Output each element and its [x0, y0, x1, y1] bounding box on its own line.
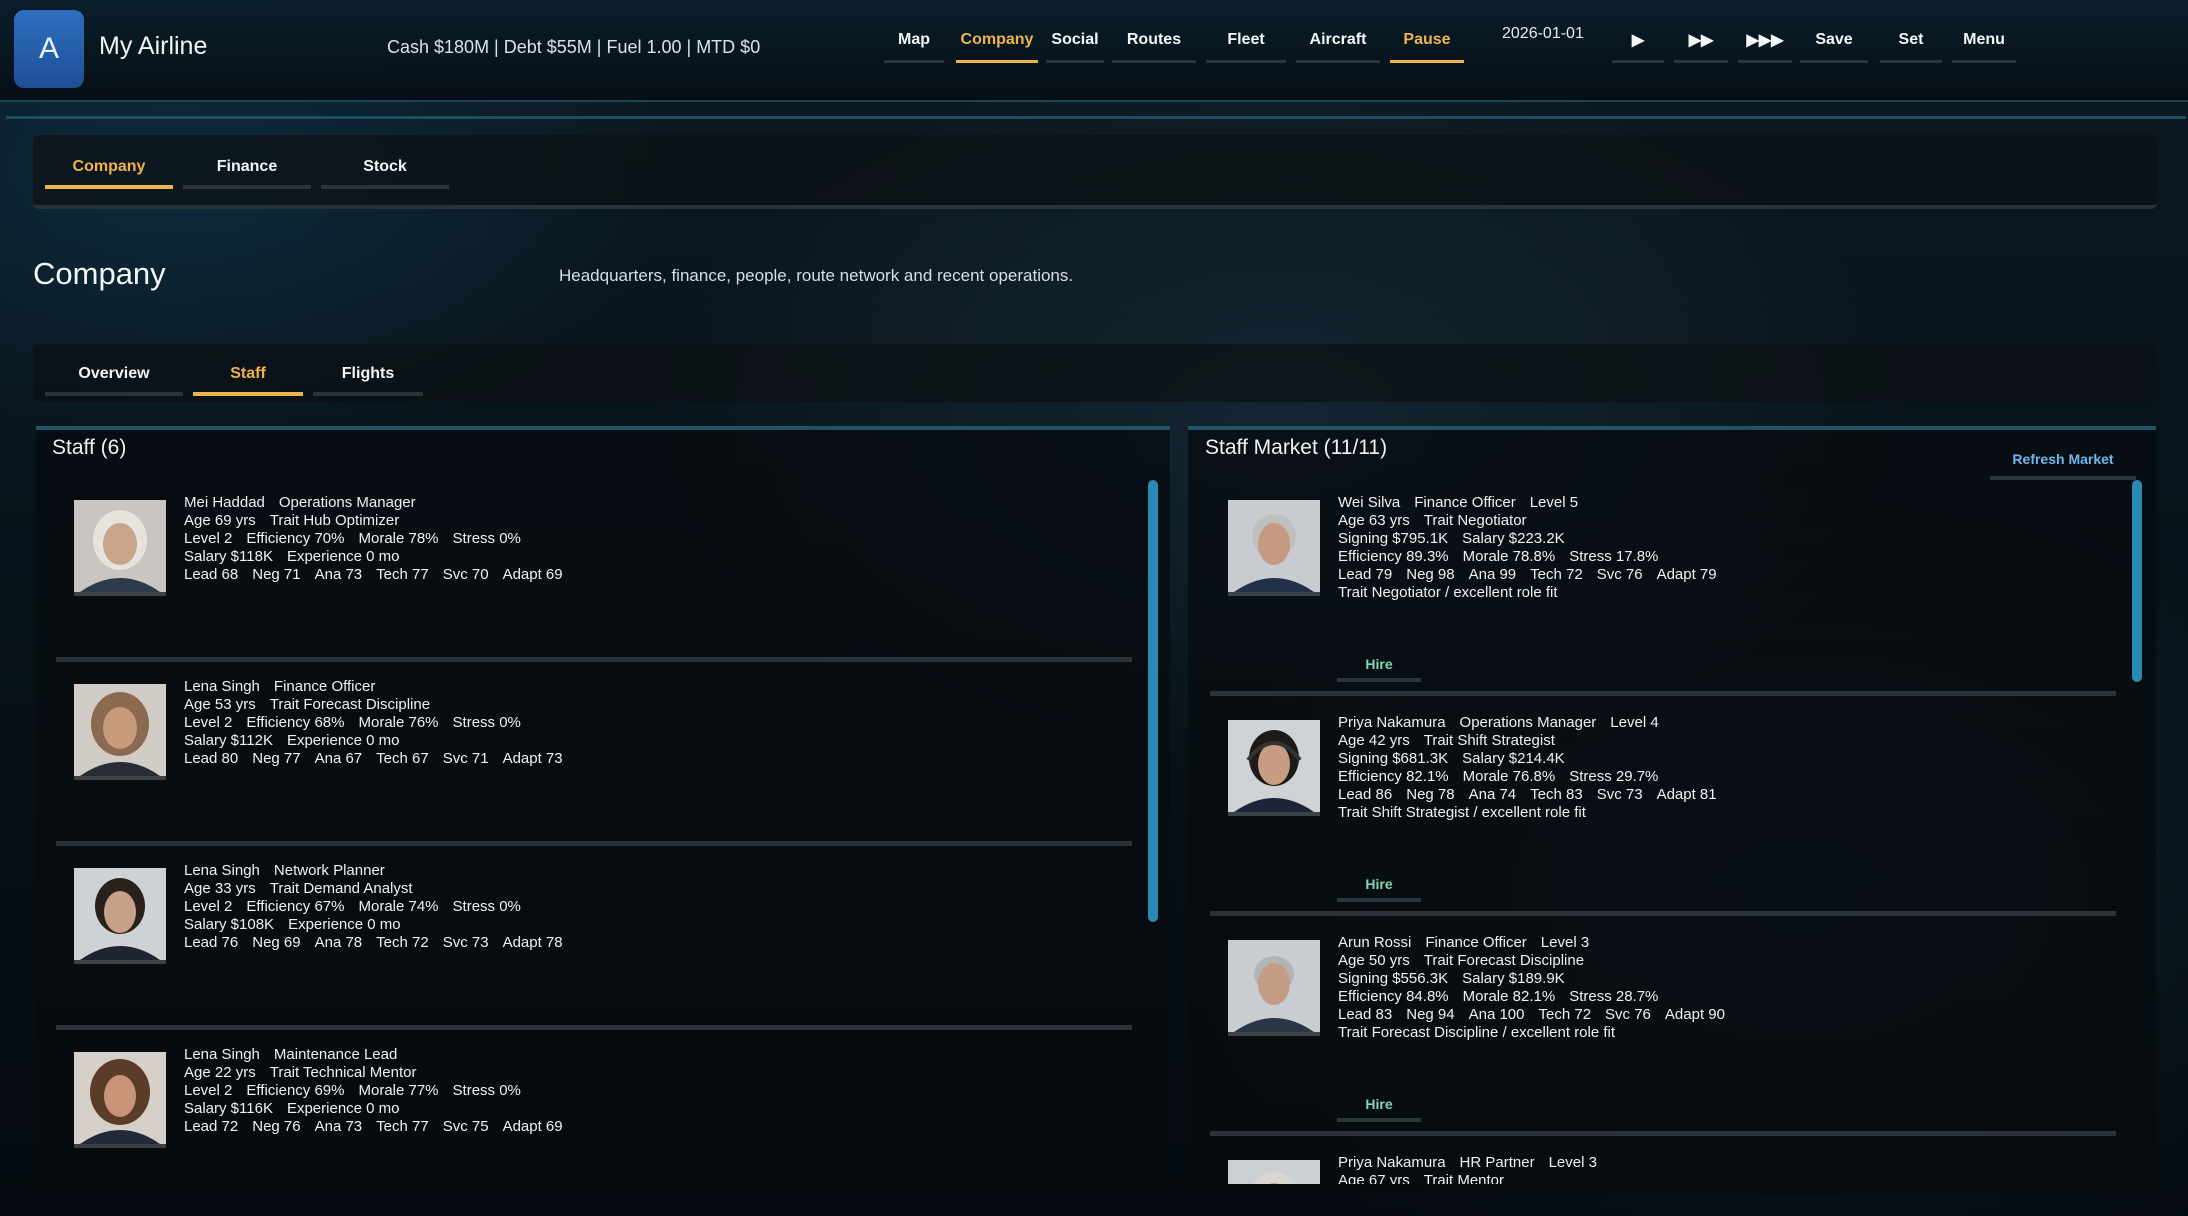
nav-aircraft[interactable]: Aircraft — [1296, 20, 1380, 63]
staff-scrollbar[interactable] — [1148, 480, 1158, 922]
staff-market-title: Staff Market (11/11) — [1205, 436, 1388, 459]
tab-flights[interactable]: Flights — [313, 356, 423, 396]
tab-company[interactable]: Company — [45, 149, 173, 189]
card-divider — [56, 657, 1132, 662]
tab-overview[interactable]: Overview — [45, 356, 183, 396]
market-candidate-card: Wei Silva Finance Officer Level 5 Age 63 y… — [1210, 486, 2116, 696]
play-button[interactable]: ▶ — [1612, 20, 1664, 63]
nav-routes[interactable]: Routes — [1112, 20, 1196, 63]
staff-details: Lena Singh Network Planner Age 33 yrs Trai… — [184, 862, 563, 951]
finance-summary: Cash $180M | Debt $55M | Fuel 1.00 | MTD… — [387, 37, 761, 57]
top-divider — [6, 116, 2186, 119]
airline-logo: A — [14, 10, 84, 88]
top-bar: A My Airline Cash $180M | Debt $55M | Fu… — [0, 0, 2188, 102]
staff-portrait — [74, 684, 166, 780]
candidate-portrait — [1228, 940, 1320, 1036]
staff-card[interactable]: Lena Singh Maintenance Lead Age 22 yrs Tra… — [56, 1038, 1132, 1178]
candidate-details: Arun Rossi Finance Officer Level 3 Age 50 … — [1338, 934, 1725, 1041]
candidate-details: Priya Nakamura Operations Manager Level 4 … — [1338, 714, 1717, 821]
settings-button[interactable]: Set — [1880, 20, 1942, 63]
market-candidate-card: Priya Nakamura Operations Manager Level 4 … — [1210, 706, 2116, 916]
nav-company[interactable]: Company — [956, 20, 1038, 63]
sub-tab-bar: Overview Staff Flights — [33, 344, 2157, 402]
candidate-details: Priya Nakamura HR Partner Level 3 Age 67 y… — [1338, 1154, 1597, 1184]
nav-fleet[interactable]: Fleet — [1206, 20, 1286, 63]
fastest-forward-button[interactable]: ▶▶▶ — [1738, 20, 1792, 63]
staff-details: Mei Haddad Operations Manager Age 69 yrs T… — [184, 494, 563, 583]
page-title: Company — [33, 256, 166, 291]
tab-staff[interactable]: Staff — [193, 356, 303, 396]
card-divider — [1210, 1131, 2116, 1136]
staff-portrait — [74, 1052, 166, 1148]
airline-name: My Airline — [99, 32, 208, 60]
fast-forward-button[interactable]: ▶▶ — [1674, 20, 1728, 63]
market-candidate-card: Arun Rossi Finance Officer Level 3 Age 50 … — [1210, 926, 2116, 1136]
tab-finance[interactable]: Finance — [183, 149, 311, 189]
card-divider — [56, 841, 1132, 846]
staff-details: Lena Singh Finance Officer Age 53 yrs Trai… — [184, 678, 563, 767]
pause-button[interactable]: Pause — [1390, 20, 1464, 63]
staff-card[interactable]: Lena Singh Network Planner Age 33 yrs Trai… — [56, 854, 1132, 1030]
candidate-details: Wei Silva Finance Officer Level 5 Age 63 y… — [1338, 494, 1717, 601]
staff-details: Lena Singh Maintenance Lead Age 22 yrs Tra… — [184, 1046, 563, 1135]
hire-button[interactable]: Hire — [1337, 650, 1421, 682]
candidate-portrait — [1228, 1160, 1320, 1184]
menu-button[interactable]: Menu — [1952, 20, 2016, 63]
refresh-market-button[interactable]: Refresh Market — [1990, 442, 2136, 480]
section-tab-bar: Company Finance Stock — [33, 135, 2157, 209]
game-date: 2026-01-01 — [1502, 25, 1584, 42]
candidate-portrait — [1228, 720, 1320, 816]
staff-card[interactable]: Lena Singh Finance Officer Age 53 yrs Trai… — [56, 670, 1132, 846]
nav-map[interactable]: Map — [884, 20, 944, 63]
card-divider — [1210, 911, 2116, 916]
market-scrollbar[interactable] — [2132, 480, 2142, 682]
staff-card[interactable]: Mei Haddad Operations Manager Age 69 yrs T… — [56, 486, 1132, 662]
hire-button[interactable]: Hire — [1337, 1090, 1421, 1122]
staff-title: Staff (6) — [52, 436, 127, 459]
tab-stock[interactable]: Stock — [321, 149, 449, 189]
save-button[interactable]: Save — [1800, 20, 1868, 63]
card-divider — [1210, 691, 2116, 696]
staff-portrait — [74, 500, 166, 596]
market-candidate-card: Priya Nakamura HR Partner Level 3 Age 67 y… — [1210, 1146, 2116, 1184]
hire-button[interactable]: Hire — [1337, 870, 1421, 902]
card-divider — [56, 1025, 1132, 1030]
nav-social[interactable]: Social — [1046, 20, 1104, 63]
staff-portrait — [74, 868, 166, 964]
page-description: Headquarters, finance, people, route net… — [559, 266, 1074, 285]
candidate-portrait — [1228, 500, 1320, 596]
